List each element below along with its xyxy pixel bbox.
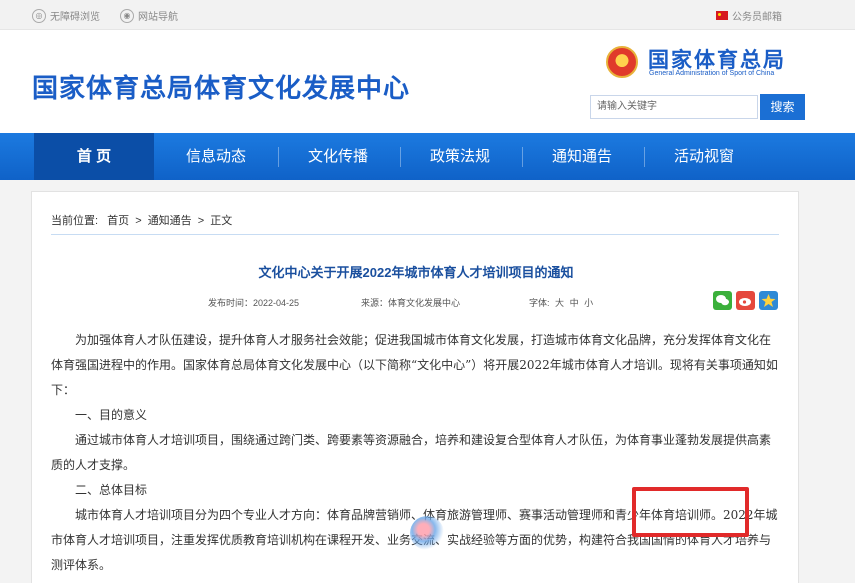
org-name-en: General Administration of Sport of China xyxy=(649,70,775,77)
national-emblem-icon xyxy=(606,46,638,78)
article-paragraph: 通过城市体育人才培训项目，围绕通过跨门类、跨要素等资源融合，培养和建设复合型体育… xyxy=(51,433,772,472)
font-size-small[interactable]: 小 xyxy=(584,298,593,308)
search-input[interactable]: 请输入关键字 xyxy=(590,95,758,119)
breadcrumb-section[interactable]: 通知通告 xyxy=(148,215,192,227)
font-size-medium[interactable]: 中 xyxy=(570,298,579,308)
font-size-controls: 字体: 大 中 小 xyxy=(529,296,593,309)
accessibility-link[interactable]: ◎ 无障碍浏览 xyxy=(32,8,100,23)
nav-item-culture[interactable]: 文化传播 xyxy=(278,133,398,180)
nav-item-home[interactable]: 首 页 xyxy=(34,133,154,180)
watermark-logo-icon xyxy=(410,516,444,550)
accessibility-label: 无障碍浏览 xyxy=(50,12,100,23)
breadcrumb-prefix: 当前位置: xyxy=(51,215,99,227)
civil-servant-mail-link[interactable]: 公务员邮箱 xyxy=(716,8,782,23)
breadcrumb-separator: > xyxy=(197,215,205,227)
article-paragraph: 为加强体育人才队伍建设，提升体育人才服务社会效能；促进我国城市体育文化发展，打造… xyxy=(51,333,778,397)
breadcrumb-separator: > xyxy=(135,215,142,227)
nav-item-news[interactable]: 信息动态 xyxy=(156,133,276,180)
nav-item-policy[interactable]: 政策法规 xyxy=(400,133,520,180)
search-button[interactable]: 搜索 xyxy=(760,94,805,120)
breadcrumb-home[interactable]: 首页 xyxy=(107,215,129,227)
nav-item-activities[interactable]: 活动视窗 xyxy=(644,133,764,180)
weibo-icon[interactable] xyxy=(736,291,755,310)
mail-label: 公务员邮箱 xyxy=(732,12,782,23)
article-title: 文化中心关于开展2022年城市体育人才培训项目的通知 xyxy=(258,265,574,280)
section-heading: 一、目的意义 xyxy=(75,408,148,422)
breadcrumb: 当前位置: 首页 > 通知通告 > 正文 xyxy=(51,212,232,228)
breadcrumb-divider xyxy=(51,234,779,235)
main-nav: 首 页 信息动态 文化传播 政策法规 通知通告 活动视窗 xyxy=(0,133,855,180)
sitemap-icon: ◉ xyxy=(120,8,134,23)
flag-icon xyxy=(716,11,728,20)
font-size-large[interactable]: 大 xyxy=(555,298,564,308)
wechat-icon[interactable] xyxy=(713,291,732,310)
font-size-label: 字体: xyxy=(529,298,550,308)
site-header: 国家体育总局体育文化发展中心 国家体育总局 General Administra… xyxy=(0,30,855,133)
site-title[interactable]: 国家体育总局体育文化发展中心 xyxy=(32,68,410,105)
breadcrumb-current: 正文 xyxy=(210,215,233,227)
qzone-icon[interactable] xyxy=(759,291,778,310)
article-source: 来源：体育文化发展中心 xyxy=(361,298,461,308)
nav-item-notices[interactable]: 通知通告 xyxy=(522,133,642,180)
accessibility-icon: ◎ xyxy=(32,8,46,23)
site-nav-label: 网站导航 xyxy=(138,12,178,23)
highlight-annotation-box xyxy=(632,487,749,537)
site-nav-link[interactable]: ◉ 网站导航 xyxy=(120,8,178,23)
top-utility-bar: ◎ 无障碍浏览 ◉ 网站导航 公务员邮箱 xyxy=(0,0,855,30)
publish-time: 发布时间：2022-04-25 xyxy=(208,298,300,308)
